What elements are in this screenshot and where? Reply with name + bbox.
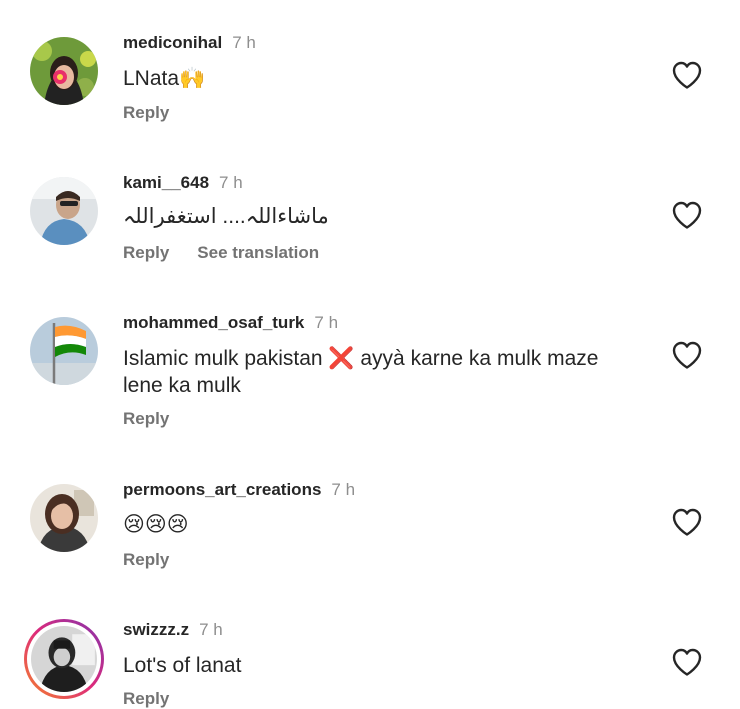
- comment-text: 😢😢😢: [123, 511, 643, 538]
- comment-meta: kami__648 7 h: [123, 173, 243, 193]
- timestamp: 7 h: [331, 480, 356, 499]
- comment-text-line: lene ka mulk: [123, 374, 241, 397]
- timestamp: 7 h: [219, 173, 243, 192]
- heart-outline-icon[interactable]: [671, 340, 703, 370]
- reply-button[interactable]: Reply: [123, 243, 169, 262]
- username[interactable]: mohammed_osaf_turk: [123, 313, 304, 332]
- comment-actions: Reply See translation: [123, 243, 319, 263]
- avatar: [31, 626, 97, 692]
- heart-outline-icon[interactable]: [671, 200, 703, 230]
- comment-text-content: 😢😢😢: [123, 512, 189, 536]
- avatar[interactable]: [30, 177, 98, 245]
- heart-outline-icon[interactable]: [671, 60, 703, 90]
- comment-meta: swizzz.z 7 h: [123, 620, 223, 640]
- username[interactable]: mediconihal: [123, 33, 222, 52]
- timestamp: 7 h: [199, 620, 223, 639]
- reply-button[interactable]: Reply: [123, 550, 169, 569]
- comment-meta: mohammed_osaf_turk 7 h: [123, 313, 338, 333]
- avatar[interactable]: [30, 317, 98, 385]
- comment-text-content: LNata🙌: [123, 67, 206, 90]
- comment-actions: Reply: [123, 550, 169, 570]
- comment-meta: mediconihal 7 h: [123, 33, 256, 53]
- timestamp: 7 h: [232, 33, 256, 52]
- username[interactable]: permoons_art_creations: [123, 480, 321, 499]
- reply-button[interactable]: Reply: [123, 409, 169, 428]
- comment-text-content: Lot's of lanat: [123, 654, 242, 677]
- avatar[interactable]: [30, 484, 98, 552]
- reply-button[interactable]: Reply: [123, 689, 169, 708]
- comment-actions: Reply: [123, 409, 169, 429]
- avatar[interactable]: [30, 37, 98, 105]
- username[interactable]: swizzz.z: [123, 620, 189, 639]
- comment-text: Islamic mulk pakistan ❌ ayyà karne ka mu…: [123, 345, 643, 399]
- comment-actions: Reply: [123, 689, 169, 709]
- heart-outline-icon[interactable]: [671, 507, 703, 537]
- avatar-ring-gap: [27, 622, 101, 696]
- timestamp: 7 h: [314, 313, 339, 332]
- reply-button[interactable]: Reply: [123, 103, 169, 122]
- comment-text: Lot's of lanat: [123, 652, 643, 679]
- comment-actions: Reply: [123, 103, 169, 123]
- heart-outline-icon[interactable]: [671, 647, 703, 677]
- comment-text: LNata🙌: [123, 65, 643, 92]
- comment-text-line: Islamic mulk pakistan ❌ ayyà karne ka mu…: [123, 347, 599, 370]
- comment-text: ماشاءاللہ.... استغفراللہ: [123, 203, 329, 230]
- avatar-story-ring[interactable]: [24, 619, 104, 699]
- see-translation-button[interactable]: See translation: [197, 243, 319, 262]
- username[interactable]: kami__648: [123, 173, 209, 192]
- comment-meta: permoons_art_creations 7 h: [123, 480, 355, 500]
- comment-text-content: ماشاءاللہ.... استغفراللہ: [123, 205, 329, 228]
